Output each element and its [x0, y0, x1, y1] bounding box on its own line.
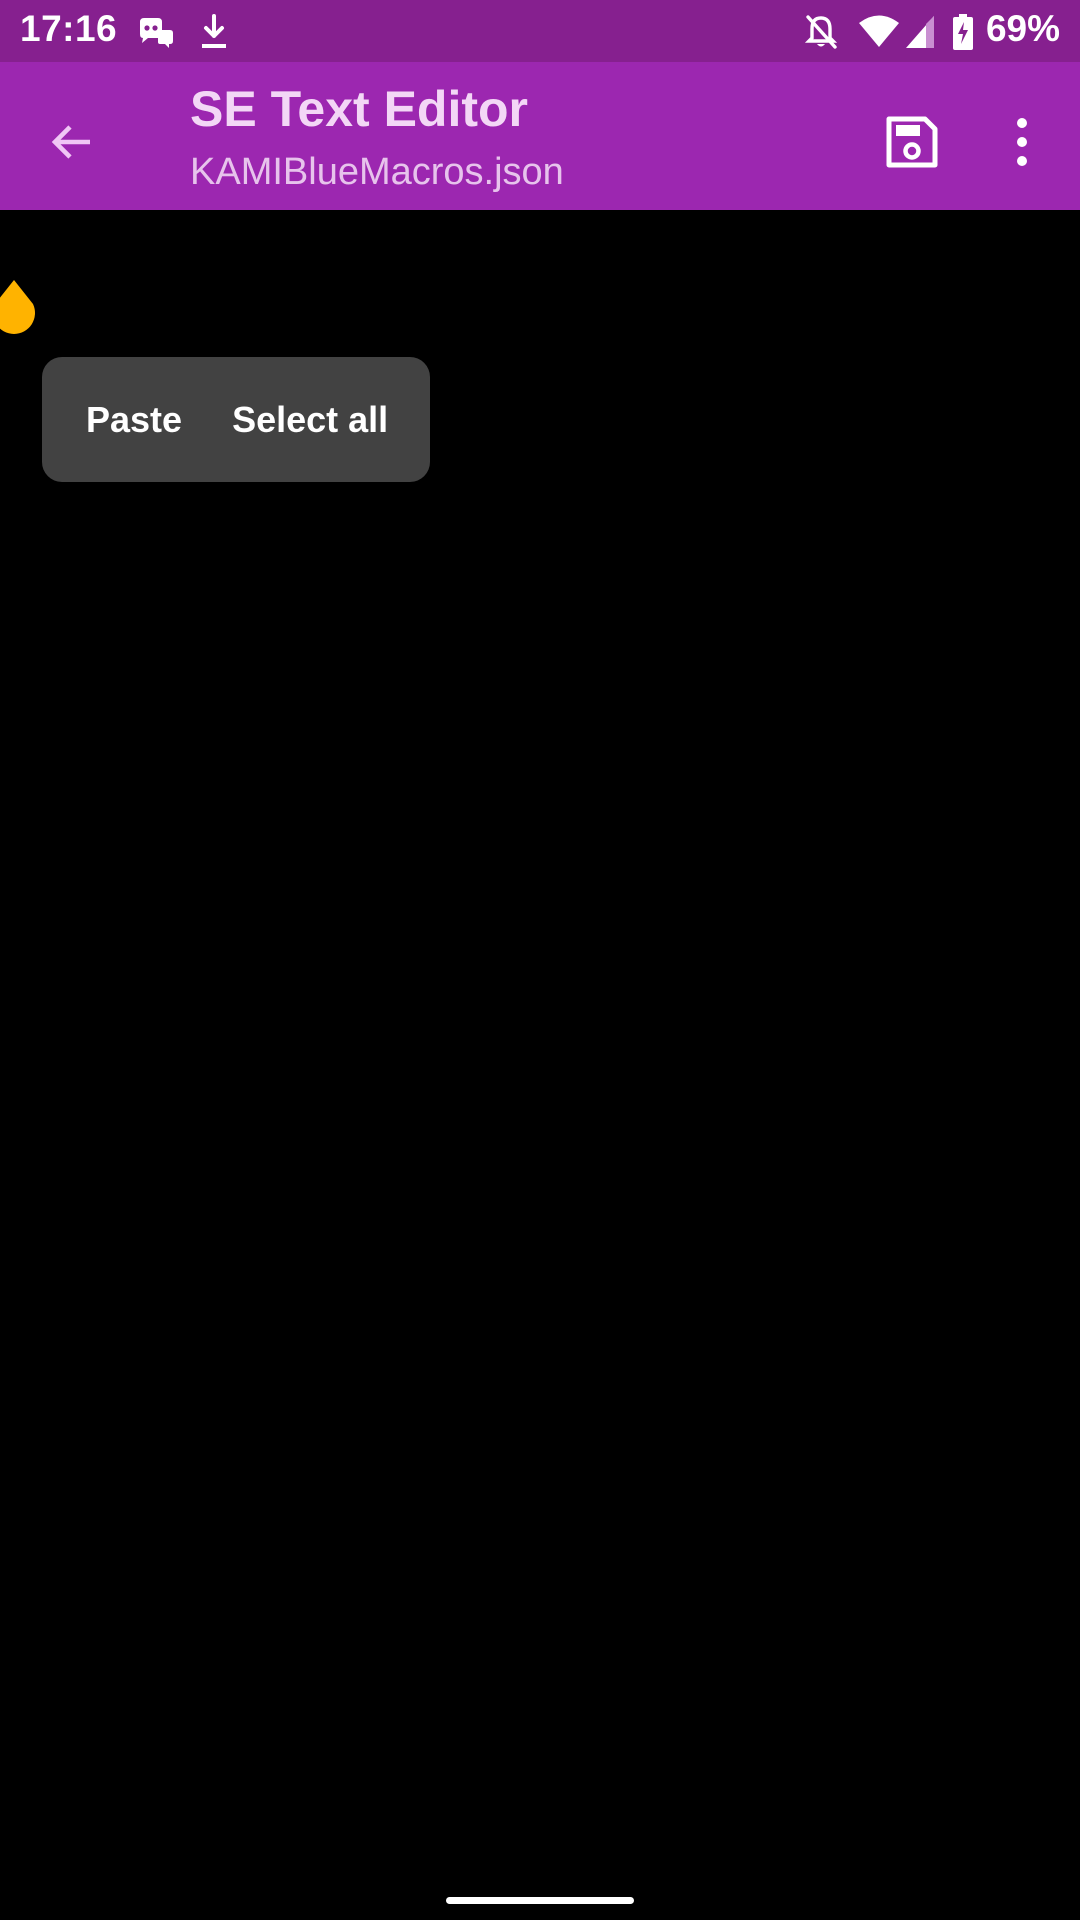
battery-charging-icon [953, 14, 973, 50]
select-all-menu-item[interactable]: Select all [210, 357, 410, 482]
arrow-back-icon [51, 125, 90, 159]
app-title: SE Text Editor [190, 81, 529, 137]
discord-icon [140, 18, 173, 48]
save-icon [886, 116, 938, 168]
gesture-navigation-bar[interactable] [446, 1897, 634, 1904]
save-button[interactable] [868, 98, 956, 186]
status-time: 17:16 [20, 8, 118, 49]
file-name: KAMIBlueMacros.json [190, 151, 564, 193]
back-button[interactable] [30, 100, 114, 184]
cellular-signal-icon [906, 16, 934, 48]
download-icon [202, 14, 226, 48]
more-vert-icon [1017, 118, 1027, 166]
battery-percent: 69% [985, 8, 1060, 49]
text-cursor-handle[interactable] [0, 272, 42, 350]
status-bar: 17:16 69% [0, 0, 1080, 62]
app-bar: SE Text Editor KAMIBlueMacros.json [0, 62, 1080, 210]
more-options-button[interactable] [978, 98, 1066, 186]
paste-menu-item[interactable]: Paste [42, 357, 210, 482]
text-selection-menu: Paste Select all [42, 357, 430, 482]
bell-off-icon [804, 15, 838, 49]
text-editor-area[interactable]: Paste Select all [0, 210, 1080, 1920]
wifi-icon [859, 15, 899, 47]
screen: 17:16 69% SE Text Editor KAMIBlueMacros.… [0, 0, 1080, 1920]
